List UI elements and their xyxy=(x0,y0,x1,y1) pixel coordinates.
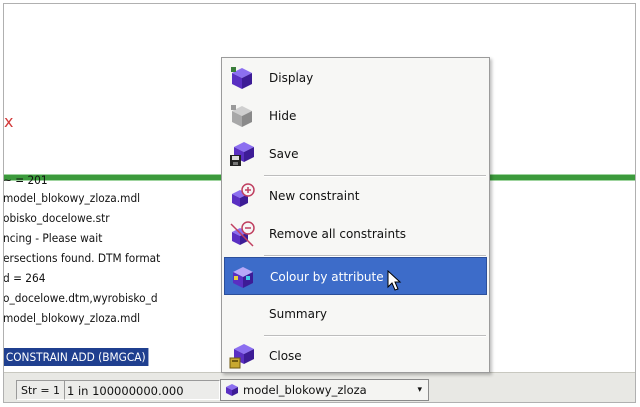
str-field: Str = 1 xyxy=(16,380,66,400)
command-text: CONSTRAIN ADD (BMGCA) xyxy=(4,348,149,366)
menu-item-label: Display xyxy=(269,71,314,85)
menu-item-label: Save xyxy=(269,147,299,161)
object-dropdown[interactable]: model_blokowy_zloza ▾ xyxy=(220,379,429,401)
status-bar: Str = 1 1 in 100000000.000 model_blokowy… xyxy=(4,372,635,402)
menu-item-new-constraint[interactable]: New constraint xyxy=(224,177,487,215)
menu-item-remove-all-constraints[interactable]: Remove all constraints xyxy=(224,215,487,253)
block-model-save-icon xyxy=(230,142,254,166)
menu-item-label: Remove all constraints xyxy=(269,227,407,241)
menu-item-label: Hide xyxy=(269,109,297,123)
remove-constraints-icon xyxy=(230,221,255,247)
close-model-icon xyxy=(229,344,254,369)
log-line: model_blokowy_zloza.mdl xyxy=(3,191,141,205)
output-log: ~ = 201 model_blokowy_zloza.mdl obisko_d… xyxy=(3,173,244,355)
log-line: ersections found. DTM format xyxy=(3,251,161,265)
log-line: ncing - Please wait xyxy=(3,231,103,245)
block-model-display-icon xyxy=(231,67,252,89)
menu-item-close[interactable]: Close xyxy=(224,337,487,375)
menu-item-summary[interactable]: Summary xyxy=(224,295,487,333)
object-dropdown-label: model_blokowy_zloza xyxy=(243,383,367,397)
chevron-down-icon[interactable]: ▾ xyxy=(417,380,422,400)
menu-item-label: New constraint xyxy=(269,189,360,203)
menu-item-label: Colour by attribute xyxy=(270,270,384,284)
menu-item-hide[interactable]: Hide xyxy=(224,97,487,135)
scale-field: 1 in 100000000.000 xyxy=(64,380,220,400)
menu-item-save[interactable]: Save xyxy=(224,135,487,173)
mouse-cursor-icon xyxy=(387,270,402,291)
log-line: obisko_docelowe.str xyxy=(3,211,110,225)
colour-by-attribute-icon xyxy=(233,267,253,288)
new-constraint-icon xyxy=(232,183,255,207)
menu-item-display[interactable]: Display xyxy=(224,59,487,97)
context-menu: Display Hide Save New constraint Remove … xyxy=(221,57,490,373)
log-line: o_docelowe.dtm,wyrobisko_d xyxy=(3,291,158,305)
block-model-icon xyxy=(226,384,238,396)
log-line: model_blokowy_zloza.mdl xyxy=(3,311,141,325)
menu-item-colour-by-attribute[interactable]: Colour by attribute xyxy=(224,257,487,295)
log-line: d = 264 xyxy=(3,271,46,285)
log-line: ~ = 201 xyxy=(3,173,48,187)
menu-item-label: Close xyxy=(269,349,302,363)
block-model-hide-icon xyxy=(231,105,252,127)
red-mark: x xyxy=(4,112,14,131)
menu-item-label: Summary xyxy=(269,307,327,321)
